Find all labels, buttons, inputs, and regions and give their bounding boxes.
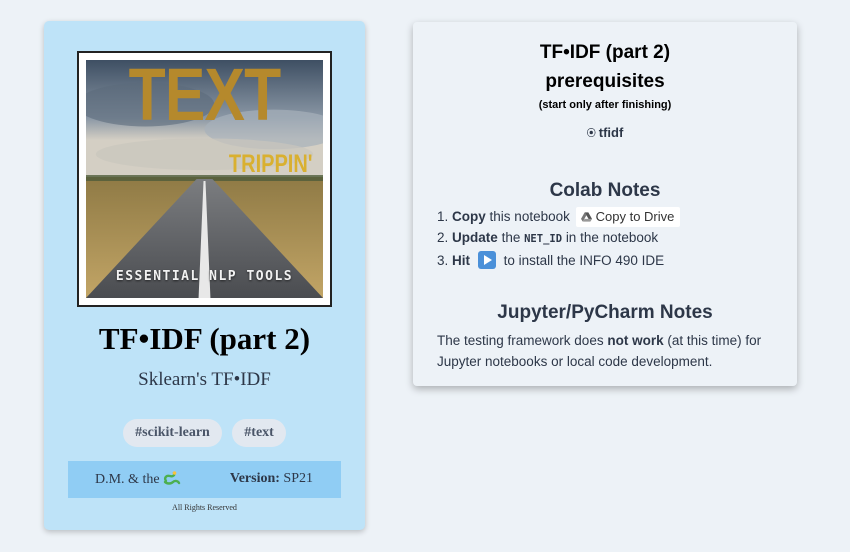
colab-step-1: 1. Copy this notebook Copy to Drive (437, 206, 681, 227)
step-text: in the notebook (565, 230, 659, 245)
cover-image: TEXT TRIPPIN' ESSENTIAL NLP TOOLS (86, 60, 323, 298)
tag-list: #scikit-learn #text (44, 419, 365, 447)
step-action: Update (452, 230, 498, 245)
step-number: 2. (437, 230, 449, 245)
jupyter-text-pre: The testing framework does (437, 333, 604, 348)
prerequisite-link[interactable]: tfidf (599, 125, 624, 140)
jupyter-notes-text: The testing framework does not work (at … (437, 330, 782, 372)
prerequisites-heading: prerequisites (545, 71, 665, 92)
play-button-icon (477, 251, 496, 269)
cover-subtitle: TRIPPIN' (229, 150, 313, 178)
radio-bullet-icon: ⦿ (586, 128, 596, 138)
version-info: Version: SP21 (230, 471, 313, 487)
step-number: 3. (437, 253, 449, 268)
tag-scikit-learn[interactable]: #scikit-learn (123, 419, 222, 447)
step-action: Hit (452, 253, 471, 268)
card-subtitle: Sklearn's TF•IDF (138, 369, 271, 390)
colab-step-3: 3. Hit to install the INFO 490 IDE (437, 250, 680, 271)
step-text: the (501, 230, 521, 245)
step-text: this notebook (489, 209, 570, 224)
prerequisite-item[interactable]: ⦿ tfidf (413, 125, 797, 140)
cover-title: TEXT (128, 60, 282, 136)
card-title: TF•IDF (part 2) (98, 321, 311, 356)
colab-steps: 1. Copy this notebook Copy to Drive 2. U… (437, 206, 681, 271)
copy-to-drive-label: Copy to Drive (595, 209, 675, 224)
author-credit: D.M. & the (95, 471, 181, 488)
cover-image-frame: TEXT TRIPPIN' ESSENTIAL NLP TOOLS (77, 51, 332, 307)
version-label: Version: (229, 471, 280, 486)
jupyter-text-emphasis: not work (607, 333, 664, 348)
tag-text[interactable]: #text (232, 419, 286, 447)
jupyter-notes-heading: Jupyter/PyCharm Notes (497, 302, 713, 323)
net-id-code: NET_ID (524, 233, 563, 245)
notebook-card: TEXT TRIPPIN' ESSENTIAL NLP TOOLS TF•IDF… (44, 21, 365, 530)
google-drive-icon (580, 212, 592, 222)
cover-footer: ESSENTIAL NLP TOOLS (115, 269, 294, 284)
step-number: 1. (437, 209, 449, 224)
prerequisites-note: (start only after finishing) (538, 99, 672, 111)
step-text: to install the INFO 490 IDE (503, 253, 665, 268)
step-action: Copy (452, 209, 486, 224)
panel-title: TF•IDF (part 2) (539, 42, 671, 63)
colab-notes-heading: Colab Notes (549, 180, 661, 201)
author-label: D.M. & the (95, 472, 160, 487)
snake-icon (163, 471, 181, 485)
version-value: SP21 (283, 471, 313, 486)
copy-to-drive-button[interactable]: Copy to Drive (575, 207, 681, 227)
card-footer: D.M. & the Version: SP21 (68, 461, 341, 498)
notes-panel: TF•IDF (part 2) prerequisites (start onl… (413, 22, 797, 386)
copyright-notice: All Rights Reserved (172, 503, 237, 512)
colab-step-2: 2. Update the NET_ID in the notebook (437, 227, 680, 250)
